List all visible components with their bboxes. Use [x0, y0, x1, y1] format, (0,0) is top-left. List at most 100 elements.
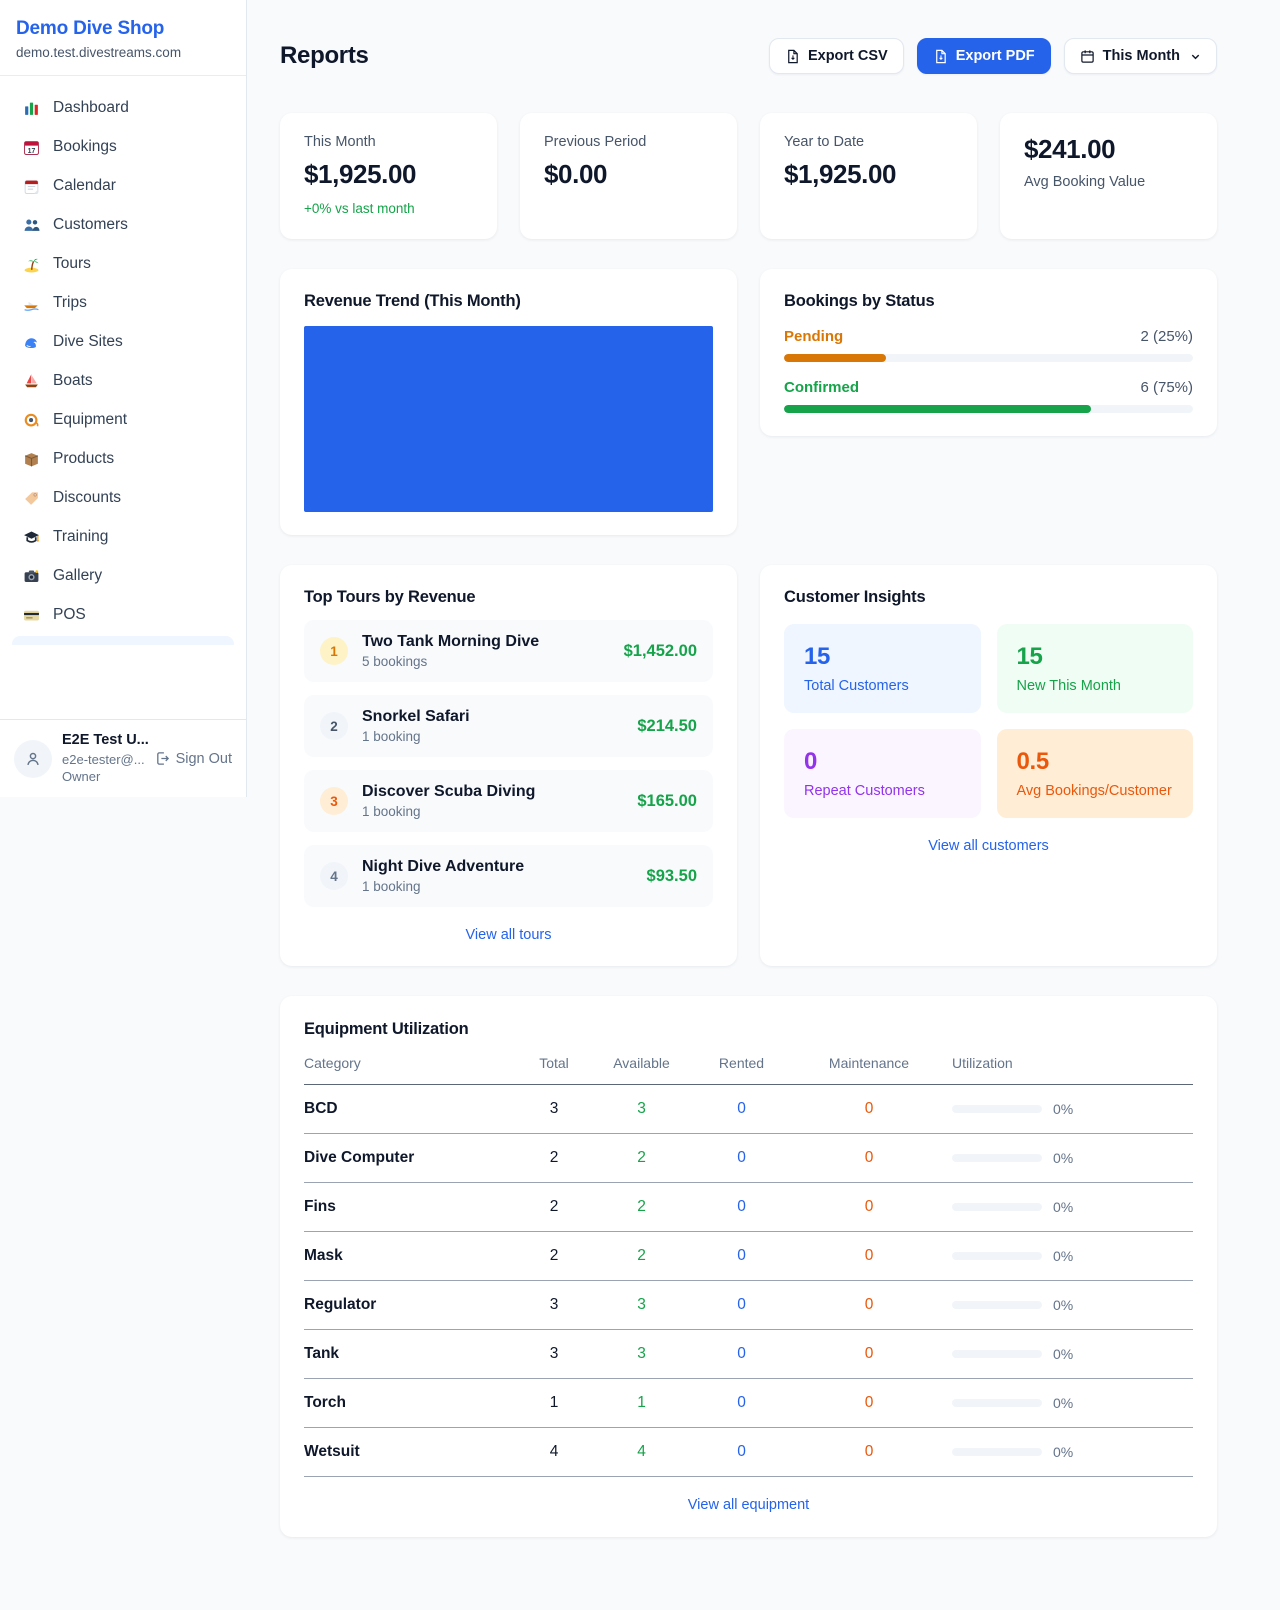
rank-badge: 4 — [320, 862, 348, 890]
sidebar-item-training[interactable]: Training — [12, 518, 234, 556]
export-csv-button[interactable]: Export CSV — [769, 38, 904, 74]
table-row: Mask 2 2 0 0 0% — [304, 1232, 1193, 1281]
equipment-maintenance: 0 — [804, 1149, 934, 1167]
main-content: Reports Export CSV Export PDF This Month… — [247, 0, 1280, 1577]
sidebar-item-label: Dive Sites — [53, 333, 123, 351]
sidebar-item-label: Boats — [53, 372, 93, 390]
sidebar-item-bookings[interactable]: 17 Bookings — [12, 128, 234, 166]
tile-avg-bookings: 0.5 Avg Bookings/Customer — [997, 729, 1194, 818]
equipment-total: 2 — [504, 1247, 604, 1265]
sidebar-item-label: Trips — [53, 294, 87, 312]
trips-icon — [22, 294, 40, 312]
col-total: Total — [504, 1055, 604, 1071]
person-icon — [24, 750, 42, 768]
view-all-customers-link[interactable]: View all customers — [784, 838, 1193, 854]
sidebar-item-pos[interactable]: POS — [12, 596, 234, 634]
discounts-icon — [22, 489, 40, 507]
tour-row: 2 Snorkel Safari 1 booking $214.50 — [304, 695, 713, 757]
sidebar-item-equipment[interactable]: Equipment — [12, 401, 234, 439]
sidebar-item-customers[interactable]: Customers — [12, 206, 234, 244]
sign-out-button[interactable]: Sign Out — [155, 751, 232, 767]
equipment-category: Dive Computer — [304, 1149, 504, 1167]
view-all-tours-link[interactable]: View all tours — [304, 927, 713, 943]
file-download-icon — [933, 49, 948, 64]
equipment-total: 2 — [504, 1149, 604, 1167]
status-progress-fill — [784, 405, 1091, 413]
equipment-category: Wetsuit — [304, 1443, 504, 1461]
rank-badge: 3 — [320, 787, 348, 815]
bookings-by-status-card: Bookings by Status Pending 2 (25%) Confi… — [760, 269, 1217, 436]
stat-value: $0.00 — [544, 159, 713, 190]
bookings-icon: 17 — [22, 138, 40, 156]
sidebar-item-dive-sites[interactable]: Dive Sites — [12, 323, 234, 361]
sidebar-item-tours[interactable]: Tours — [12, 245, 234, 283]
sidebar-item-reports-active-partial[interactable] — [12, 636, 234, 645]
equipment-category: Mask — [304, 1247, 504, 1265]
tile-value: 0 — [804, 748, 961, 776]
sidebar-item-label: Tours — [53, 255, 91, 273]
stat-label: Previous Period — [544, 134, 713, 150]
tile-value: 0.5 — [1017, 748, 1174, 776]
utilization-percent: 0% — [1053, 1150, 1073, 1166]
sidebar-item-label: Calendar — [53, 177, 116, 195]
utilization-track — [952, 1448, 1042, 1456]
sidebar-item-products[interactable]: Products — [12, 440, 234, 478]
tile-label: Total Customers — [804, 678, 961, 694]
equipment-total: 3 — [504, 1100, 604, 1118]
equipment-available: 3 — [604, 1100, 679, 1118]
equipment-maintenance: 0 — [804, 1296, 934, 1314]
equipment-total: 4 — [504, 1443, 604, 1461]
tour-amount: $214.50 — [637, 717, 697, 736]
pos-icon — [22, 606, 40, 624]
stat-delta: +0% vs last month — [304, 201, 473, 216]
equipment-rented: 0 — [679, 1198, 804, 1216]
equipment-category: Torch — [304, 1394, 504, 1412]
equipment-utilization: 0% — [934, 1199, 1193, 1215]
tour-row: 4 Night Dive Adventure 1 booking $93.50 — [304, 845, 713, 907]
charts-row: Revenue Trend (This Month) Bookings by S… — [280, 269, 1217, 535]
sidebar-user-footer: E2E Test U... e2e-tester@... Owner Sign … — [0, 719, 246, 797]
status-value: 6 (75%) — [1140, 379, 1193, 396]
tour-row: 3 Discover Scuba Diving 1 booking $165.0… — [304, 770, 713, 832]
equipment-rented: 0 — [679, 1296, 804, 1314]
sidebar-item-discounts[interactable]: Discounts — [12, 479, 234, 517]
sidebar-item-gallery[interactable]: Gallery — [12, 557, 234, 595]
tile-new-this-month: 15 New This Month — [997, 624, 1194, 713]
export-pdf-button[interactable]: Export PDF — [917, 38, 1051, 74]
table-row: Tank 3 3 0 0 0% — [304, 1330, 1193, 1379]
utilization-percent: 0% — [1053, 1297, 1073, 1313]
chevron-down-icon — [1190, 51, 1201, 62]
tile-label: Avg Bookings/Customer — [1017, 783, 1174, 799]
tour-bookings: 5 bookings — [362, 654, 539, 669]
calendar-icon — [22, 177, 40, 195]
stat-value: $241.00 — [1024, 134, 1193, 165]
equipment-utilization: 0% — [934, 1346, 1193, 1362]
sidebar-item-dashboard[interactable]: Dashboard — [12, 89, 234, 127]
period-dropdown[interactable]: This Month — [1064, 38, 1217, 74]
equipment-utilization: 0% — [934, 1297, 1193, 1313]
view-all-equipment-link[interactable]: View all equipment — [304, 1497, 1193, 1513]
equipment-rented: 0 — [679, 1100, 804, 1118]
sidebar-item-boats[interactable]: Boats — [12, 362, 234, 400]
sidebar-item-label: Equipment — [53, 411, 127, 429]
stat-label: This Month — [304, 134, 473, 150]
tile-repeat-customers: 0 Repeat Customers — [784, 729, 981, 818]
table-row: Regulator 3 3 0 0 0% — [304, 1281, 1193, 1330]
sidebar-header: Demo Dive Shop demo.test.divestreams.com — [0, 0, 246, 76]
tour-bookings: 1 booking — [362, 729, 470, 744]
sidebar-item-calendar[interactable]: Calendar — [12, 167, 234, 205]
equipment-available: 2 — [604, 1247, 679, 1265]
customer-insights-card: Customer Insights 15 Total Customers 15 … — [760, 565, 1217, 966]
tile-total-customers: 15 Total Customers — [784, 624, 981, 713]
utilization-track — [952, 1154, 1042, 1162]
tour-name: Snorkel Safari — [362, 708, 470, 726]
stat-value: $1,925.00 — [304, 159, 473, 190]
shop-name: Demo Dive Shop — [16, 18, 230, 40]
sidebar-item-trips[interactable]: Trips — [12, 284, 234, 322]
equipment-table-header: Category Total Available Rented Maintena… — [304, 1039, 1193, 1085]
tile-label: Repeat Customers — [804, 783, 961, 799]
calendar-icon — [1080, 49, 1095, 64]
table-row: Fins 2 2 0 0 0% — [304, 1183, 1193, 1232]
status-value: 2 (25%) — [1140, 328, 1193, 345]
sidebar-item-label: Bookings — [53, 138, 117, 156]
